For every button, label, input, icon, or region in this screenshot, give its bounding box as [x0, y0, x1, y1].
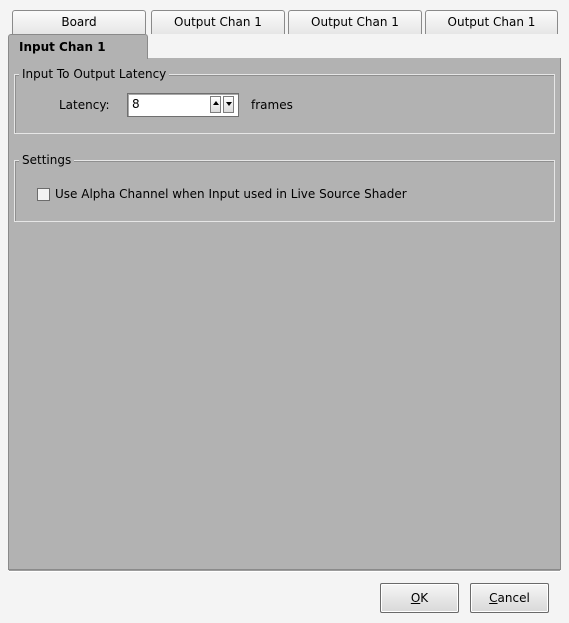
- alpha-channel-checkbox-label[interactable]: Use Alpha Channel when Input used in Liv…: [55, 187, 407, 201]
- tab-output-chan-1[interactable]: Output Chan 1: [151, 10, 285, 34]
- latency-value[interactable]: 8: [132, 97, 140, 111]
- tab-output-chan-3-label: Output Chan 1: [447, 15, 536, 29]
- tab-board[interactable]: Board: [12, 10, 146, 34]
- tab-input-chan-1[interactable]: Input Chan 1: [8, 34, 148, 59]
- latency-group-title: Input To Output Latency: [19, 67, 170, 81]
- tab-output-chan-1-label: Output Chan 1: [174, 15, 262, 29]
- tab-content-panel: Input To Output Latency Latency: 8 frame…: [8, 58, 561, 570]
- ok-mnemonic: O: [410, 591, 421, 605]
- tab-output-chan-2-label: Output Chan 1: [311, 15, 399, 29]
- cancel-label-rest: ancel: [497, 591, 530, 605]
- settings-group-title: Settings: [19, 153, 75, 167]
- alpha-channel-checkbox[interactable]: [37, 188, 50, 201]
- tab-output-chan-2[interactable]: Output Chan 1: [288, 10, 422, 34]
- latency-increment-button[interactable]: [210, 96, 221, 113]
- arrow-up-icon: [213, 101, 219, 105]
- latency-unit-label: frames: [251, 98, 293, 112]
- latency-group: Input To Output Latency Latency: 8 frame…: [14, 67, 555, 134]
- ok-label-rest: K: [420, 591, 429, 605]
- arrow-down-icon: [226, 102, 232, 106]
- latency-decrement-button[interactable]: [223, 96, 234, 113]
- ok-button[interactable]: OK: [380, 583, 459, 613]
- tab-board-label: Board: [61, 15, 97, 29]
- tab-output-chan-3[interactable]: Output Chan 1: [425, 10, 558, 34]
- cancel-button[interactable]: Cancel: [470, 583, 549, 613]
- tab-input-chan-1-label: Input Chan 1: [19, 40, 106, 54]
- latency-label: Latency:: [59, 98, 110, 112]
- latency-spinbox[interactable]: 8: [127, 93, 239, 117]
- dialog-window: Board Output Chan 1 Output Chan 1 Output…: [0, 0, 569, 623]
- footer-separator: [9, 570, 560, 572]
- cancel-mnemonic: C: [489, 591, 498, 605]
- settings-group: Settings Use Alpha Channel when Input us…: [14, 153, 555, 222]
